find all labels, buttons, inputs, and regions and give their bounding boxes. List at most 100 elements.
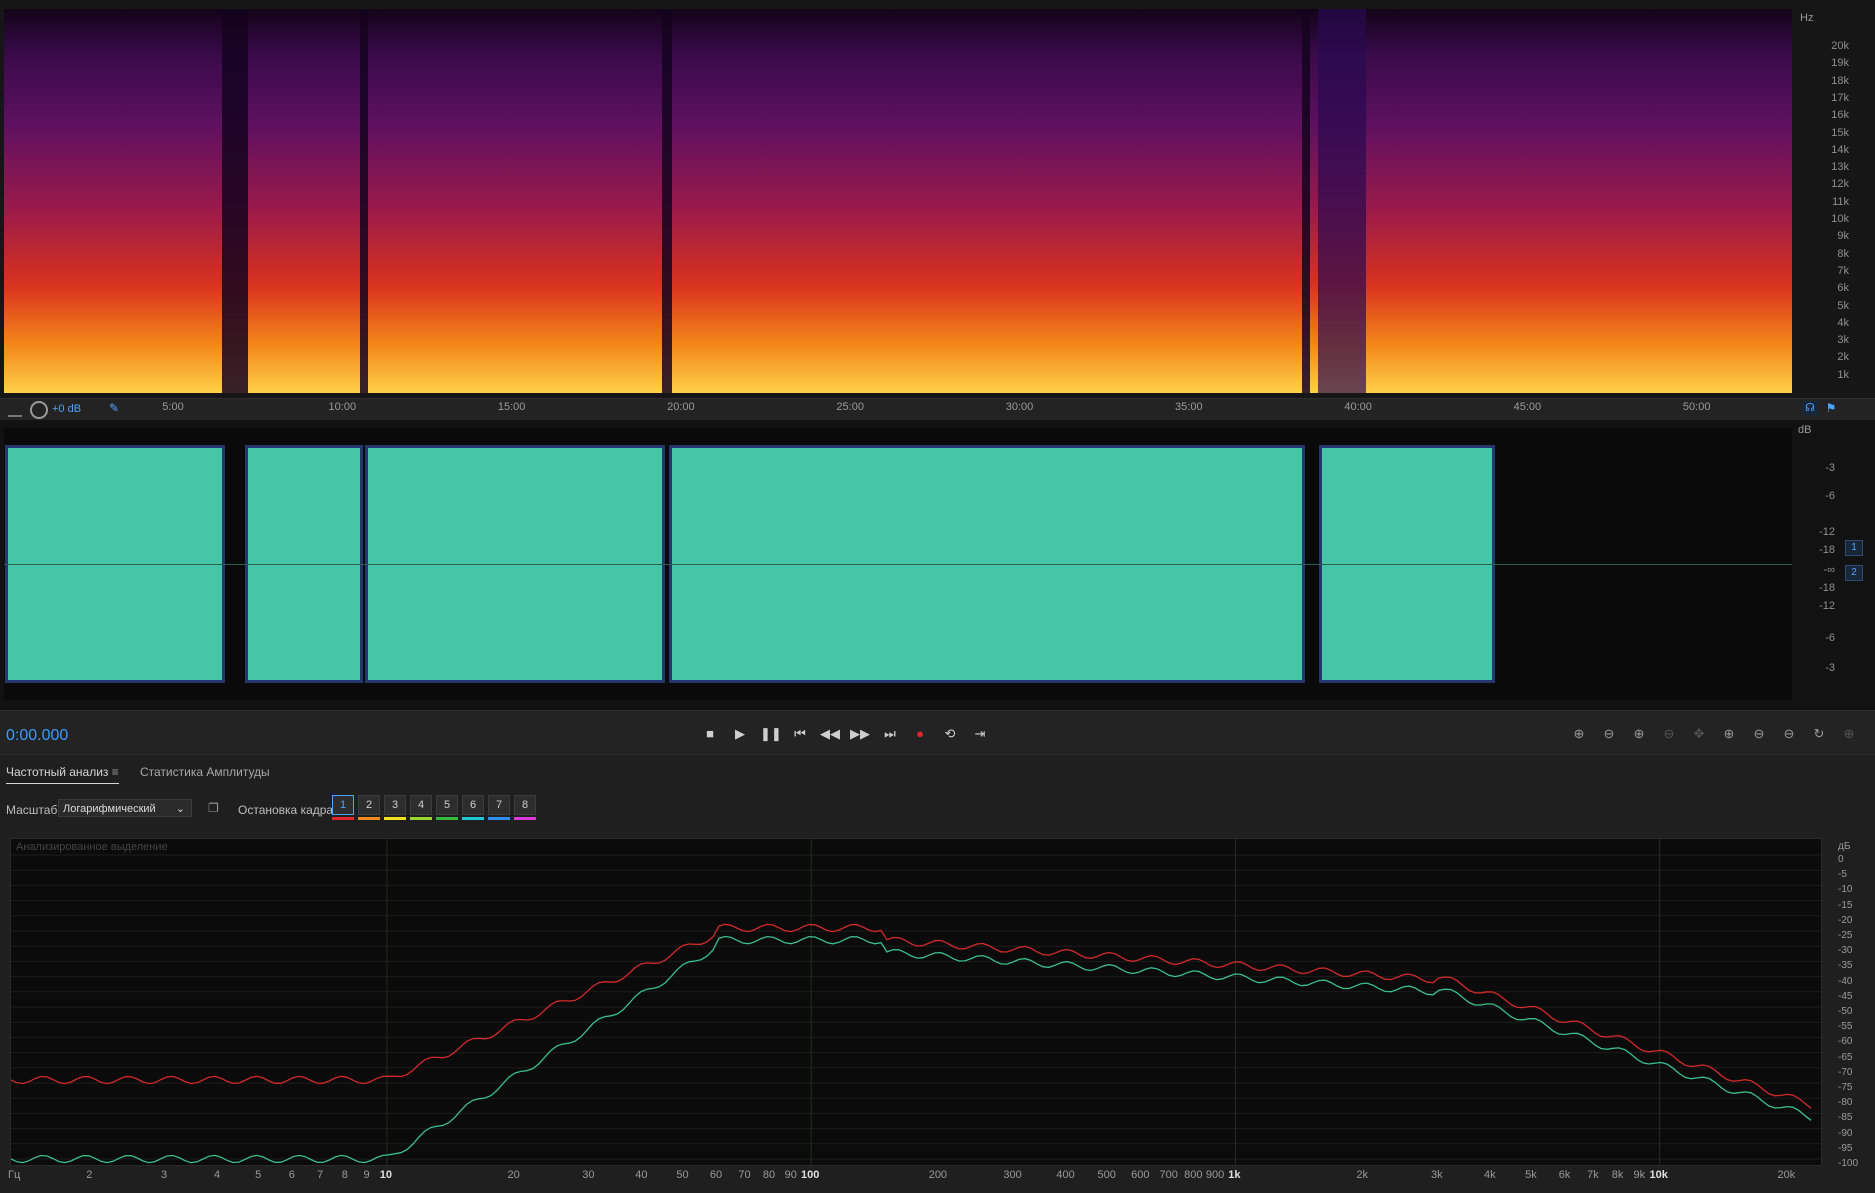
frequency-graph[interactable]	[10, 838, 1822, 1166]
freeze-frame-color	[488, 817, 510, 820]
zoom-out-time-icon[interactable]: ⊖	[1748, 725, 1770, 743]
freeze-frame-4-button[interactable]: 4	[410, 795, 432, 815]
freeze-frame-color	[436, 817, 458, 820]
db-tick-label: -18	[1819, 544, 1835, 556]
freeze-frame-color	[462, 817, 484, 820]
channel-2-button[interactable]: 2	[1845, 565, 1863, 581]
scale-label: Масштаб:	[6, 803, 61, 817]
analysis-hz-tick-label: 60	[709, 1169, 723, 1181]
waveform-display[interactable]: dB -3 -6 -12 -18 -∞ -18 -12 -6 -3 1 2	[0, 420, 1875, 710]
freq-tick-label: 7k	[1837, 264, 1849, 277]
db-tick-label: -∞	[1823, 564, 1835, 576]
volume-knob[interactable]	[30, 401, 48, 419]
zoom-all-icon[interactable]: ✥	[1688, 725, 1710, 743]
copy-icon[interactable]: ❐	[208, 801, 222, 815]
scale-select[interactable]: Логарифмический ⌄	[58, 799, 192, 817]
analysis-hz-tick-label: 700	[1159, 1169, 1178, 1181]
time-tick-label: 35:00	[1175, 401, 1203, 413]
freeze-frame-6-button[interactable]: 6	[462, 795, 484, 815]
analysis-db-tick-label: -30	[1838, 945, 1853, 957]
analysis-hz-tick-label: 300	[1003, 1169, 1022, 1181]
analysis-hz-tick-label: 2k	[1356, 1169, 1368, 1181]
current-time[interactable]: 0:00.000	[6, 727, 68, 745]
spectro-gap	[1318, 9, 1366, 393]
spectro-gap	[662, 9, 672, 393]
analysis-db-tick-label: -55	[1838, 1021, 1853, 1033]
panel-menu-icon[interactable]: ≡	[112, 765, 119, 779]
freeze-frame-3-button[interactable]: 3	[384, 795, 406, 815]
time-tick-label: 10:00	[328, 401, 357, 413]
freq-tick-label: 1k	[1837, 368, 1849, 381]
channel-1-button[interactable]: 1	[1845, 540, 1863, 556]
analysis-hz-tick-label: 8	[341, 1169, 348, 1181]
db-tick-label: -6	[1825, 490, 1835, 502]
time-tick-label: 5:00	[162, 401, 184, 413]
zoom-in-selection-icon[interactable]: ⊕	[1838, 725, 1860, 743]
db-tick-label: -12	[1819, 526, 1835, 538]
zoom-out-full-icon[interactable]: ⊖	[1778, 725, 1800, 743]
analysis-db-tick-label: -65	[1838, 1051, 1853, 1063]
time-tick-label: 25:00	[836, 401, 864, 413]
zoom-in-amplitude-icon[interactable]: ⊕	[1568, 725, 1590, 743]
analysis-db-tick-label: -75	[1838, 1082, 1853, 1093]
center-line	[4, 564, 1792, 565]
freeze-frame-7-button[interactable]: 7	[488, 795, 510, 815]
analysis-db-tick-label: -60	[1838, 1036, 1853, 1048]
analysis-db-tick-label: -25	[1838, 930, 1853, 941]
play-button[interactable]: ▶	[730, 725, 750, 743]
loop-button[interactable]: ⟲	[940, 725, 960, 743]
to-end-button[interactable]: ⏭	[880, 725, 900, 743]
freq-tick-label: 18k	[1831, 74, 1849, 87]
zoom-reset-icon[interactable]: ↻	[1808, 725, 1830, 743]
marker-icon[interactable]: ⚑	[1824, 401, 1838, 415]
tab-frequency-analysis[interactable]: Частотный анализ ≡	[6, 765, 119, 784]
gain-value[interactable]: +0 dB	[52, 403, 81, 415]
spectro-gap	[360, 9, 368, 393]
analysis-db-tick-label: -35	[1838, 960, 1853, 972]
freeze-frame-color	[514, 817, 536, 820]
freq-tick-label: 17k	[1831, 91, 1849, 104]
tab-amplitude-statistics[interactable]: Статистика Амплитуды	[140, 765, 270, 779]
headphones-icon[interactable]: ☊	[1802, 401, 1818, 415]
analysis-hz-tick-label: 30	[582, 1169, 595, 1181]
analysis-hz-tick-label: 5k	[1525, 1169, 1537, 1181]
record-button[interactable]: ●	[910, 725, 930, 743]
freeze-frame-color	[384, 817, 406, 820]
analysis-hz-tick-label: 600	[1131, 1169, 1150, 1181]
to-start-button[interactable]: ⏮	[790, 725, 810, 743]
freeze-frame-5-button[interactable]: 5	[436, 795, 458, 815]
zoom-selection-icon[interactable]: ⊕	[1628, 725, 1650, 743]
zoom-full-icon[interactable]: ⊖	[1658, 725, 1680, 743]
hz-unit-label: Hz	[1800, 12, 1814, 24]
stop-button[interactable]: ■	[700, 725, 720, 743]
freeze-frame-color	[332, 817, 354, 820]
pause-button[interactable]: ❚❚	[760, 725, 782, 743]
time-ruler[interactable]: +0 dB ✎ 5:00 10:00 15:00 20:00 25:00 30:00 35:…	[0, 398, 1875, 421]
freeze-frame-8-button[interactable]: 8	[514, 795, 536, 815]
analysis-hz-tick-label: 7	[317, 1169, 324, 1181]
freq-tick-label: 15k	[1831, 126, 1849, 139]
freeze-frame-2-button[interactable]: 2	[358, 795, 380, 815]
spectral-display[interactable]: Hz 20k 19k 18k 17k 16k 15k 14k 13k 12k 11k 10k 9k 8k…	[0, 0, 1875, 398]
zoom-in-time-icon[interactable]: ⊕	[1718, 725, 1740, 743]
freq-tick-label: 12k	[1831, 178, 1849, 191]
zoom-out-amplitude-icon[interactable]: ⊖	[1598, 725, 1620, 743]
freeze-frame-1-button[interactable]: 1	[332, 795, 354, 815]
analysis-hz-tick-label: 9	[363, 1169, 370, 1181]
db-tick-label: -18	[1819, 582, 1835, 594]
spectrogram-canvas[interactable]	[4, 9, 1792, 393]
analysis-db-tick-label: -100	[1838, 1158, 1859, 1169]
spectro-gap	[222, 9, 248, 393]
pin-icon[interactable]: ✎	[107, 401, 121, 415]
analysis-hz-tick-label: 6	[288, 1169, 295, 1181]
fast-forward-button[interactable]: ▶▶	[850, 725, 870, 743]
meter-icon	[8, 403, 22, 417]
skip-selection-button[interactable]: ⇥	[970, 725, 990, 743]
transport-bar: 0:00.000 ■ ▶ ❚❚ ⏮ ◀◀ ▶▶ ⏭ ● ⟲ ⇥ ⊕ ⊖ ⊕ ⊖ …	[0, 710, 1875, 755]
waveform-canvas[interactable]	[4, 428, 1792, 700]
analysis-hz-tick-label: 8k	[1611, 1169, 1624, 1181]
analysis-hz-tick-label: 20k	[1777, 1169, 1796, 1181]
rewind-button[interactable]: ◀◀	[820, 725, 840, 743]
analysis-db-tick-label: -10	[1838, 884, 1853, 896]
spectrum-curve-left	[10, 923, 1812, 1109]
